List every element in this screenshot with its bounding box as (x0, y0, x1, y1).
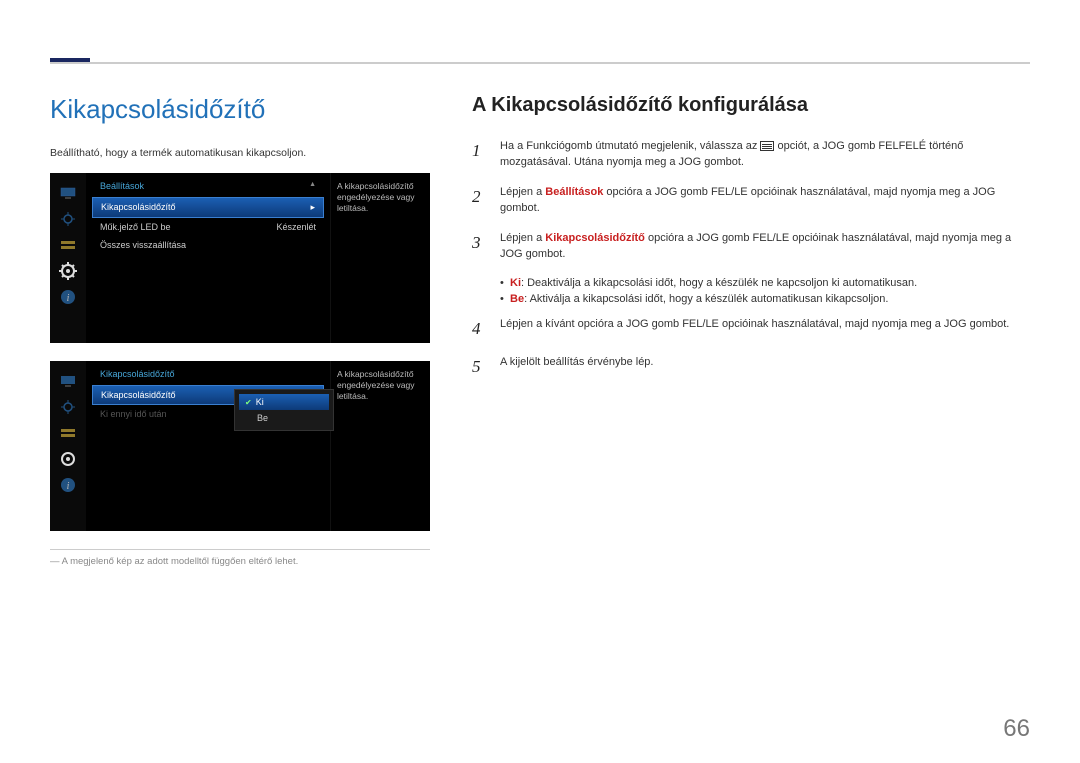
left-column: Kikapcsolásidőzítő Beállítható, hogy a t… (50, 94, 430, 567)
step-3: 3 Lépjen a Kikapcsolásidőzítő opcióra a … (472, 231, 1030, 263)
manual-page: Kikapcsolásidőzítő Beállítható, hogy a t… (0, 0, 1080, 763)
svg-text:i: i (67, 293, 70, 304)
footnote: ― A megjelenő kép az adott modelltől füg… (50, 556, 430, 567)
step-text: Lépjen a (500, 232, 545, 244)
osd-item-selected: Kikapcsolásidőzítő ▸ (92, 197, 324, 218)
osd-item: Műk.jelző LED be Készenlét (92, 218, 324, 236)
osd-item-label: Kikapcsolásidőzítő (101, 202, 176, 213)
step-number: 1 (472, 139, 486, 171)
osd-screenshot-2: i Kikapcsolásidőzítő Kikapcsolásidőzítő … (50, 361, 430, 531)
keyword: Ki (510, 277, 521, 289)
step-number: 5 (472, 355, 486, 380)
osd-popup: ✔ Ki Be (234, 389, 334, 431)
subsection-title: A Kikapcsolásidőzítő konfigurálása (472, 94, 1030, 117)
osd-icon-column: i (50, 173, 86, 343)
osd-item-label: Ki ennyi idő után (100, 409, 167, 419)
gear-icon (57, 449, 79, 469)
osd-popup-item: Be (239, 410, 329, 426)
monitor-icon (57, 371, 79, 391)
osd-popup-label: Ki (256, 397, 264, 407)
target-icon (57, 209, 79, 229)
osd-header: Beállítások ▲ (92, 179, 324, 197)
step-number: 2 (472, 185, 486, 217)
bullet-item: Ki: Deaktiválja a kikapcsolási időt, hog… (500, 277, 1030, 289)
bullet-text: : Deaktiválja a kikapcsolási időt, hogy … (521, 277, 917, 289)
slider-icon (57, 423, 79, 443)
osd-header-label: Beállítások (100, 181, 144, 191)
menu-icon (760, 141, 774, 151)
osd-menu: Kikapcsolásidőzítő Kikapcsolásidőzítő Ki… (86, 361, 330, 531)
osd-item-label: Kikapcsolásidőzítő (101, 390, 176, 400)
osd-item-label: Összes visszaállítása (100, 240, 186, 250)
osd-help-text: A kikapcsolásidőzítő engedélyezése vagy … (330, 361, 430, 531)
bullet-text: : Aktiválja a kikapcsolási időt, hogy a … (524, 293, 888, 305)
keyword: Kikapcsolásidőzítő (545, 232, 645, 244)
info-icon: i (57, 287, 79, 307)
bullet-list: Ki: Deaktiválja a kikapcsolási időt, hog… (500, 277, 1030, 305)
header-rule (50, 62, 1030, 64)
up-arrow-icon: ▲ (309, 181, 316, 191)
intro-text: Beállítható, hogy a termék automatikusan… (50, 147, 430, 159)
osd-icon-column: i (50, 361, 86, 531)
osd-popup-item-selected: ✔ Ki (239, 394, 329, 410)
section-title: Kikapcsolásidőzítő (50, 94, 430, 125)
svg-text:i: i (67, 481, 70, 492)
step-body: A kijelölt beállítás érvénybe lép. (500, 355, 1030, 380)
right-column: A Kikapcsolásidőzítő konfigurálása 1 Ha … (472, 94, 1030, 567)
monitor-icon (57, 183, 79, 203)
step-5: 5 A kijelölt beállítás érvénybe lép. (472, 355, 1030, 380)
step-body: Ha a Funkciógomb útmutató megjelenik, vá… (500, 139, 1030, 171)
osd-header-label: Kikapcsolásidőzítő (100, 369, 175, 379)
step-number: 3 (472, 231, 486, 263)
check-icon: ✔ (245, 398, 252, 407)
slider-icon (57, 235, 79, 255)
step-1: 1 Ha a Funkciógomb útmutató megjelenik, … (472, 139, 1030, 171)
osd-menu: Beállítások ▲ Kikapcsolásidőzítő ▸ Műk.jel… (86, 173, 330, 343)
step-text: Ha a Funkciógomb útmutató megjelenik, vá… (500, 140, 760, 152)
osd-popup-label: Be (257, 413, 268, 423)
gear-icon (57, 261, 79, 281)
osd-header: Kikapcsolásidőzítő (92, 367, 324, 385)
osd-help-text: A kikapcsolásidőzítő engedélyezése vagy … (330, 173, 430, 343)
target-icon (57, 397, 79, 417)
step-4: 4 Lépjen a kívánt opcióra a JOG gomb FEL… (472, 317, 1030, 342)
step-text: Lépjen a (500, 186, 545, 198)
osd-item-value: Készenlét (276, 222, 316, 232)
osd-item-label: Műk.jelző LED be (100, 222, 171, 232)
step-body: Lépjen a kívánt opcióra a JOG gomb FEL/L… (500, 317, 1030, 342)
osd-item: Összes visszaállítása (92, 236, 324, 254)
bullet-item: Be: Aktiválja a kikapcsolási időt, hogy … (500, 293, 1030, 305)
chevron-right-icon: ▸ (310, 202, 315, 213)
info-icon: i (57, 475, 79, 495)
step-body: Lépjen a Beállítások opcióra a JOG gomb … (500, 185, 1030, 217)
step-body: Lépjen a Kikapcsolásidőzítő opcióra a JO… (500, 231, 1030, 263)
page-number: 66 (1003, 715, 1030, 743)
step-number: 4 (472, 317, 486, 342)
step-2: 2 Lépjen a Beállítások opcióra a JOG gom… (472, 185, 1030, 217)
divider (50, 549, 430, 550)
keyword: Beállítások (545, 186, 603, 198)
keyword: Be (510, 293, 524, 305)
osd-screenshot-1: i Beállítások ▲ Kikapcsolásidőzítő ▸ Műk.j… (50, 173, 430, 343)
